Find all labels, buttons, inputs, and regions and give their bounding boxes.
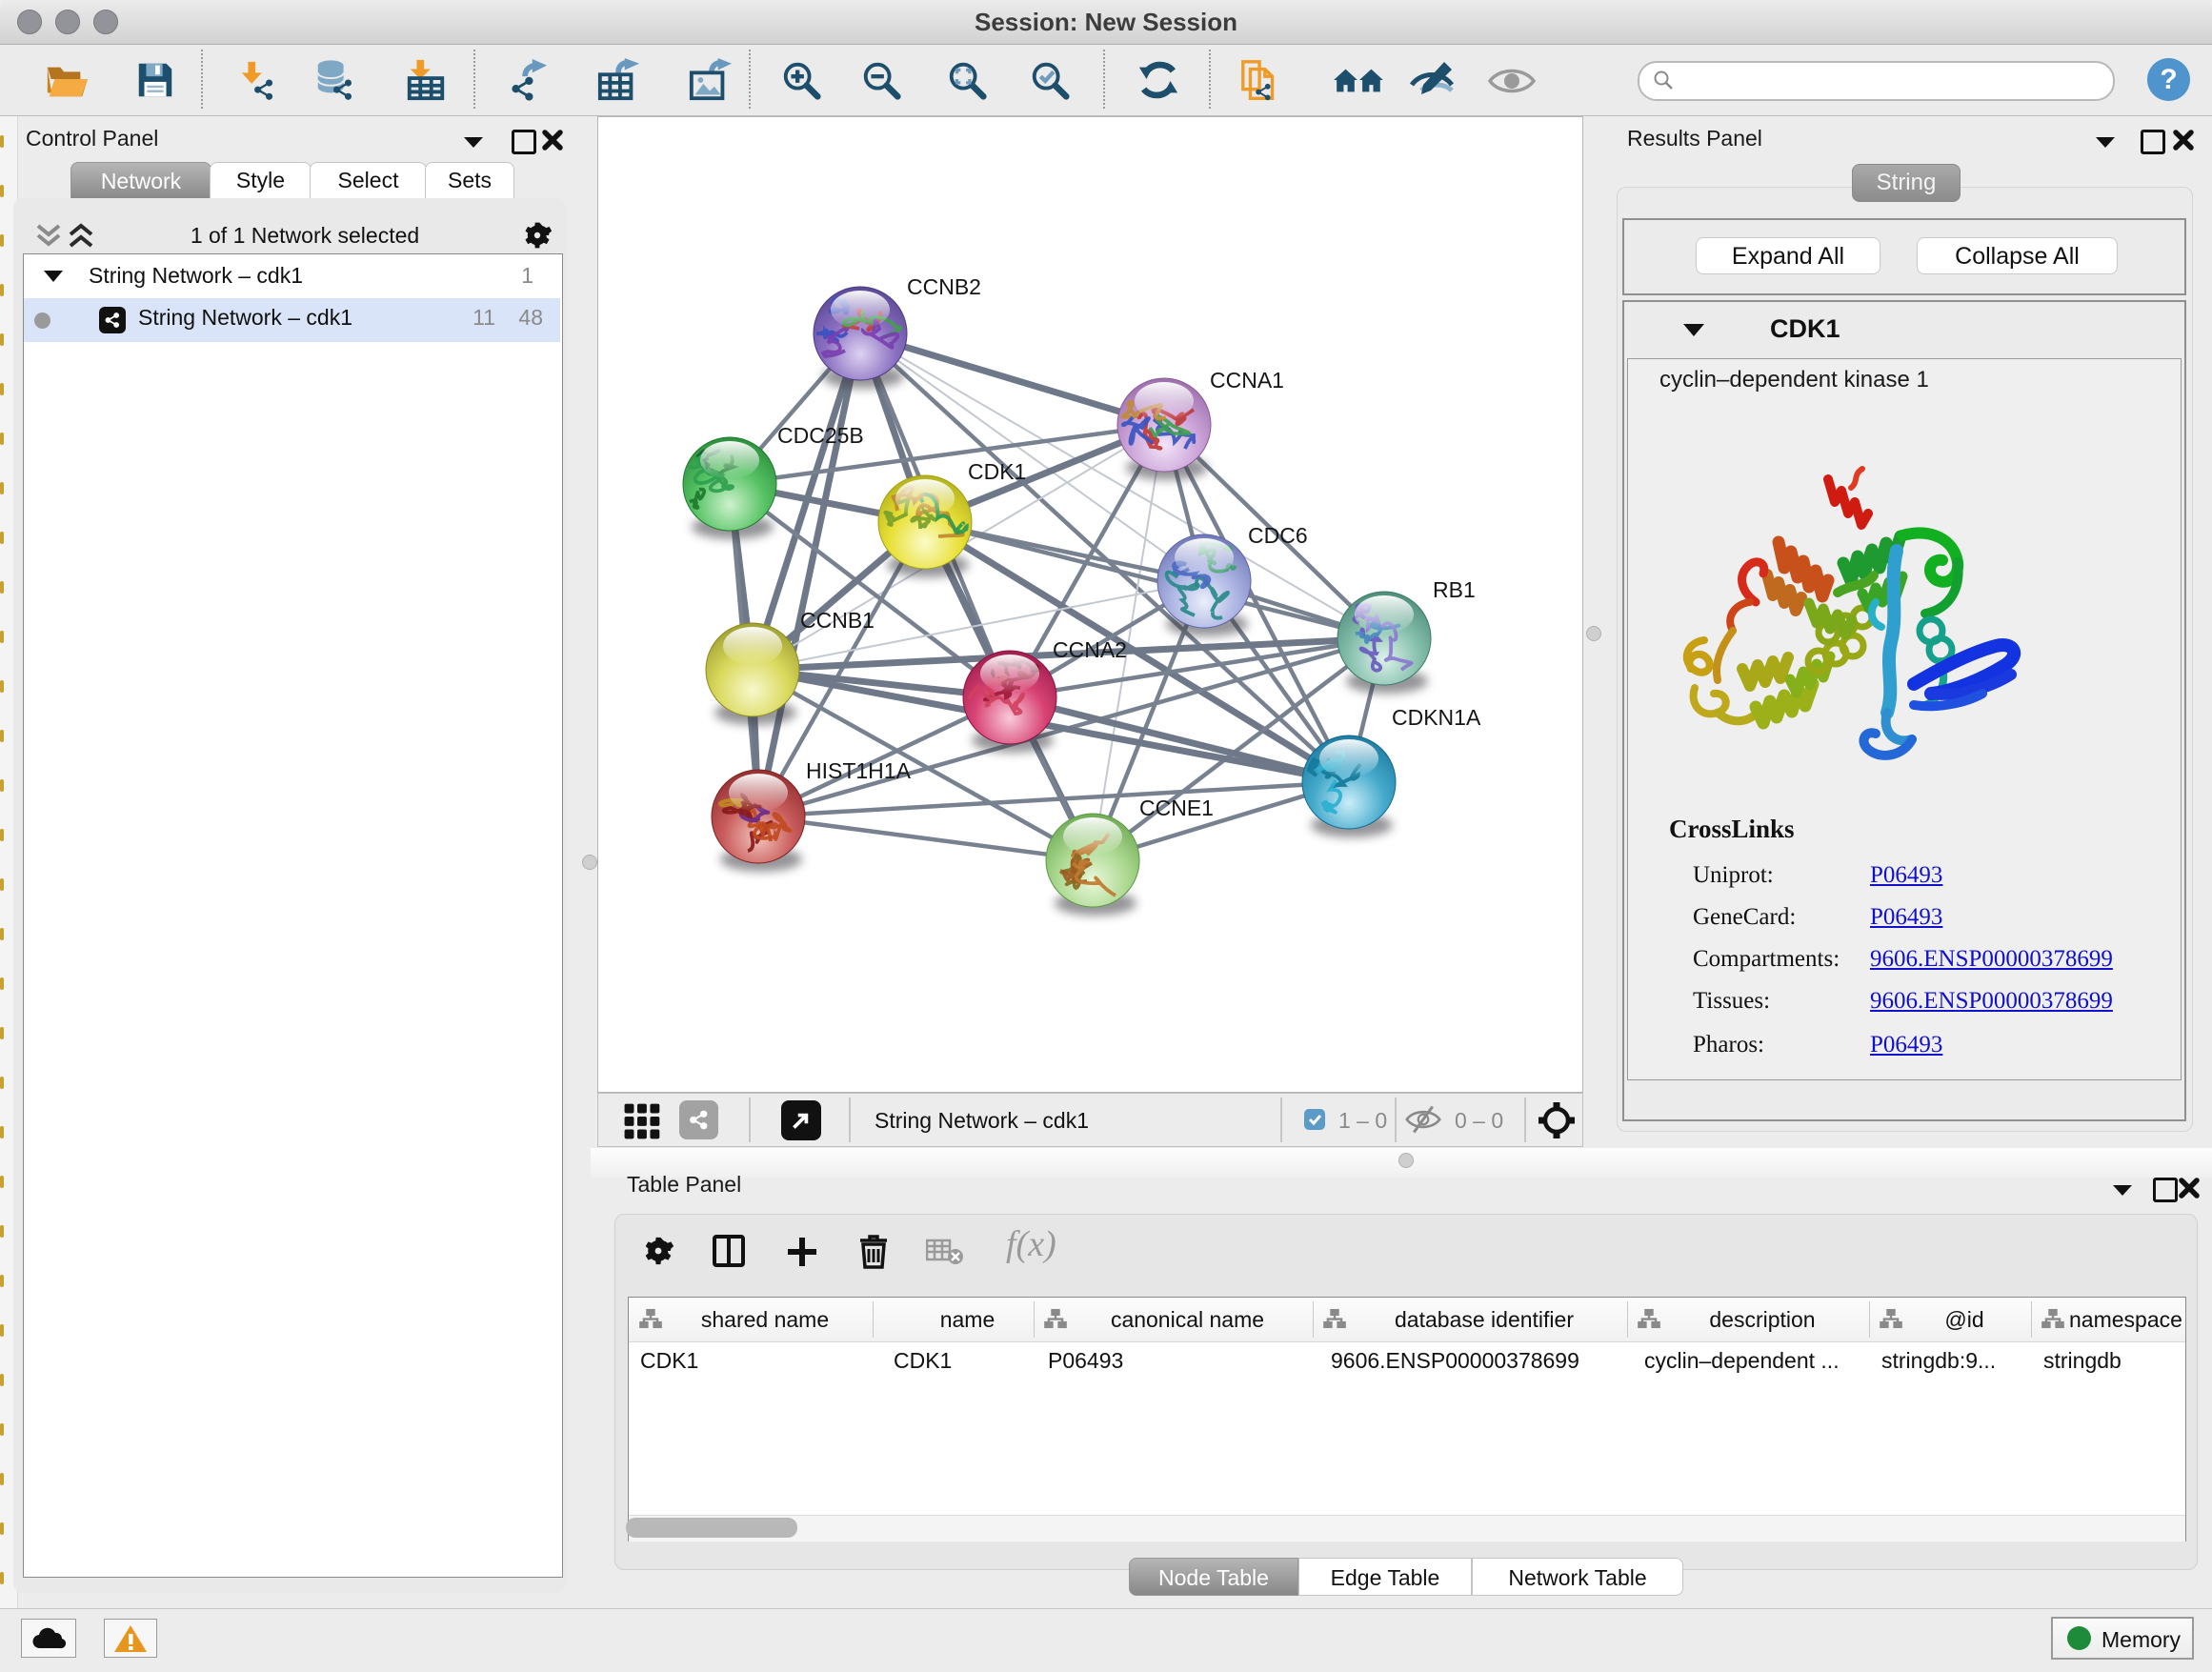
svg-text:HIST1H1A: HIST1H1A	[806, 758, 912, 783]
svg-text:CCNE1: CCNE1	[1139, 796, 1214, 820]
svg-text:CCNA2: CCNA2	[1053, 637, 1127, 662]
svg-text:CCNA1: CCNA1	[1210, 368, 1284, 393]
svg-text:CDK1: CDK1	[968, 459, 1026, 484]
svg-text:CDC25B: CDC25B	[777, 423, 864, 448]
svg-text:CCNB2: CCNB2	[907, 274, 981, 299]
svg-text:RB1: RB1	[1433, 577, 1476, 602]
svg-text:CCNB1: CCNB1	[800, 608, 875, 633]
svg-text:CDKN1A: CDKN1A	[1392, 705, 1481, 730]
svg-text:CDC6: CDC6	[1248, 523, 1308, 548]
